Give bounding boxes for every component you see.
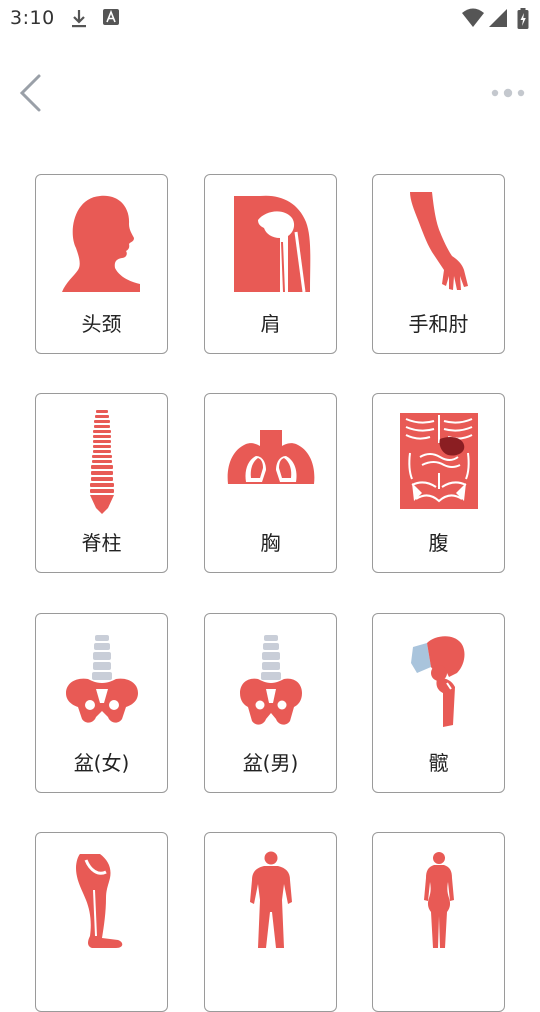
- male-body-icon: [205, 845, 336, 955]
- card-hip[interactable]: 髋: [372, 613, 505, 793]
- card-knee-leg[interactable]: [35, 832, 168, 1012]
- hip-icon: [373, 626, 504, 736]
- card-shoulder[interactable]: 肩: [204, 174, 337, 354]
- female-pelvis-icon: [36, 626, 167, 736]
- female-body-icon: [373, 845, 504, 955]
- card-label: 盆(男): [242, 751, 299, 775]
- card-label: 脊柱: [81, 531, 122, 555]
- male-pelvis-icon: [205, 626, 336, 736]
- card-abdomen[interactable]: 腹: [372, 393, 505, 573]
- card-label: 手和肘: [408, 312, 469, 336]
- arm-icon: [373, 187, 504, 297]
- card-male-pelvis[interactable]: 盆(男): [204, 613, 337, 793]
- card-spine[interactable]: 脊柱: [35, 393, 168, 573]
- head-neck-icon: [36, 187, 167, 297]
- lungs-icon: [205, 406, 336, 516]
- spine-icon: [36, 406, 167, 516]
- shoulder-icon: [205, 187, 336, 297]
- card-label: 肩: [260, 312, 281, 336]
- card-chest[interactable]: 胸: [204, 393, 337, 573]
- card-head-neck[interactable]: 头颈: [35, 174, 168, 354]
- card-female-body[interactable]: [372, 832, 505, 1012]
- body-part-grid: 头颈 肩 手和肘 脊柱 胸 腹 盆(女) 盆(男) 髋: [0, 0, 540, 1012]
- card-label: 盆(女): [73, 751, 130, 775]
- card-arm[interactable]: 手和肘: [372, 174, 505, 354]
- knee-leg-icon: [36, 845, 167, 955]
- card-male-body[interactable]: [204, 832, 337, 1012]
- card-label: 腹: [428, 531, 449, 555]
- card-label: 胸: [260, 531, 281, 555]
- abdomen-icon: [373, 406, 504, 516]
- card-label: 头颈: [81, 312, 122, 336]
- card-label: 髋: [428, 751, 449, 775]
- card-female-pelvis[interactable]: 盆(女): [35, 613, 168, 793]
